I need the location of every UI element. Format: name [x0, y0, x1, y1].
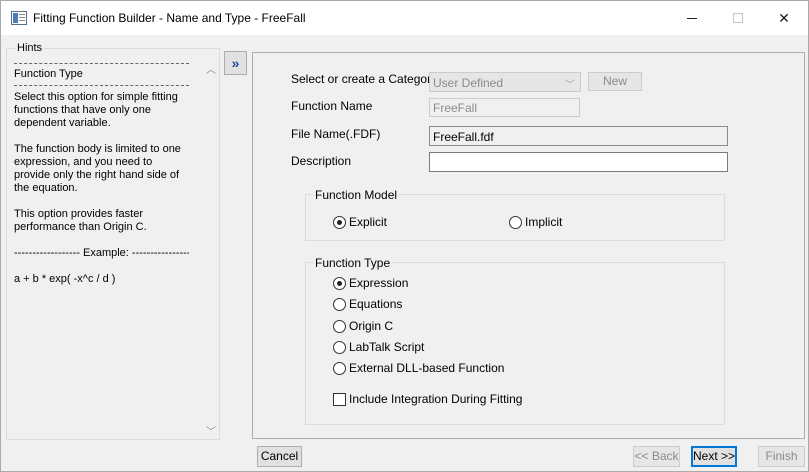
app-icon: [11, 11, 27, 25]
radio-origin-c-label: Origin C: [349, 319, 394, 333]
close-button[interactable]: ✕: [761, 1, 807, 35]
radio-external-dll[interactable]: External DLL-based Function: [333, 361, 504, 375]
hints-paragraph-2: The function body is limited to one expr…: [14, 143, 181, 194]
hints-legend: Hints: [15, 42, 45, 54]
cancel-button[interactable]: Cancel: [257, 446, 302, 467]
radio-labtalk-script[interactable]: LabTalk Script: [333, 340, 424, 354]
next-button[interactable]: Next >>: [691, 446, 737, 467]
radio-equations[interactable]: Equations: [333, 297, 402, 311]
chevron-up-icon[interactable]: ︿: [206, 61, 216, 76]
divider: [14, 85, 189, 86]
function-name-label: Function Name: [291, 99, 373, 113]
radio-implicit[interactable]: Implicit: [509, 215, 562, 229]
radio-labtalk-label: LabTalk Script: [349, 340, 425, 354]
checkbox-unchecked-icon: [333, 392, 346, 406]
divider: [14, 63, 189, 64]
maximize-button[interactable]: [715, 1, 761, 35]
category-select[interactable]: User Defined ﹀: [429, 72, 581, 92]
include-integration-label: Include Integration During Fitting: [349, 392, 523, 406]
radio-unselected-icon: [333, 361, 346, 375]
radio-equations-label: Equations: [349, 297, 403, 311]
function-model-group: Function Model Explicit Implicit: [305, 188, 725, 241]
radio-selected-icon: [333, 276, 346, 290]
description-field[interactable]: [429, 152, 728, 172]
window-title: Fitting Function Builder - Name and Type…: [33, 11, 306, 25]
radio-unselected-icon: [333, 340, 346, 354]
hints-paragraph-3: This option provides faster performance …: [14, 208, 147, 233]
category-value: User Defined: [433, 76, 504, 90]
radio-explicit[interactable]: Explicit: [333, 215, 387, 229]
radio-selected-icon: [333, 215, 346, 229]
description-label: Description: [291, 154, 352, 168]
close-icon: ✕: [778, 9, 790, 26]
category-label: Select or create a Category: [291, 72, 438, 86]
minimize-icon: [687, 17, 697, 19]
expand-hints-button[interactable]: »: [224, 51, 247, 75]
dialog-window: Fitting Function Builder - Name and Type…: [0, 0, 809, 472]
radio-expression-label: Expression: [349, 276, 409, 290]
hints-scrollbar[interactable]: ︿ ﹀: [203, 59, 219, 439]
function-type-group: Function Type Expression Equations Origi…: [305, 256, 725, 425]
radio-implicit-label: Implicit: [525, 215, 563, 229]
main-panel: Select or create a Category User Defined…: [252, 52, 805, 439]
include-integration-checkbox[interactable]: Include Integration During Fitting: [333, 392, 522, 406]
hints-example-header: ------------------ Example: ------------…: [14, 247, 189, 259]
finish-button[interactable]: Finish: [758, 446, 805, 467]
radio-unselected-icon: [333, 297, 346, 311]
chevron-down-icon[interactable]: ﹀: [206, 423, 216, 438]
hints-example: a + b * exp( -x^c / d ): [14, 273, 116, 285]
radio-unselected-icon: [509, 215, 522, 229]
radio-expression[interactable]: Expression: [333, 276, 408, 290]
title-bar: Fitting Function Builder - Name and Type…: [1, 1, 808, 35]
radio-external-dll-label: External DLL-based Function: [349, 361, 505, 375]
hints-content: Function Type Select this option for sim…: [14, 61, 189, 286]
function-type-legend: Function Type: [313, 256, 393, 270]
new-category-button[interactable]: New: [588, 72, 642, 91]
file-name-label: File Name(.FDF): [291, 127, 381, 141]
hints-section-title: Function Type: [14, 68, 83, 80]
minimize-button[interactable]: [669, 1, 715, 35]
chevron-down-icon: ﹀: [565, 80, 575, 91]
function-model-legend: Function Model: [313, 188, 400, 202]
hints-panel: Hints Function Type Select this option f…: [6, 42, 220, 440]
hints-paragraph-1: Select this option for simple fitting fu…: [14, 91, 178, 129]
file-name-field[interactable]: FreeFall.fdf: [429, 126, 728, 146]
radio-explicit-label: Explicit: [349, 215, 388, 229]
maximize-icon: [733, 13, 743, 23]
radio-unselected-icon: [333, 319, 346, 333]
double-chevron-right-icon: »: [231, 55, 240, 71]
function-name-field[interactable]: FreeFall: [429, 98, 580, 117]
radio-origin-c[interactable]: Origin C: [333, 319, 393, 333]
back-button[interactable]: << Back: [633, 446, 680, 467]
